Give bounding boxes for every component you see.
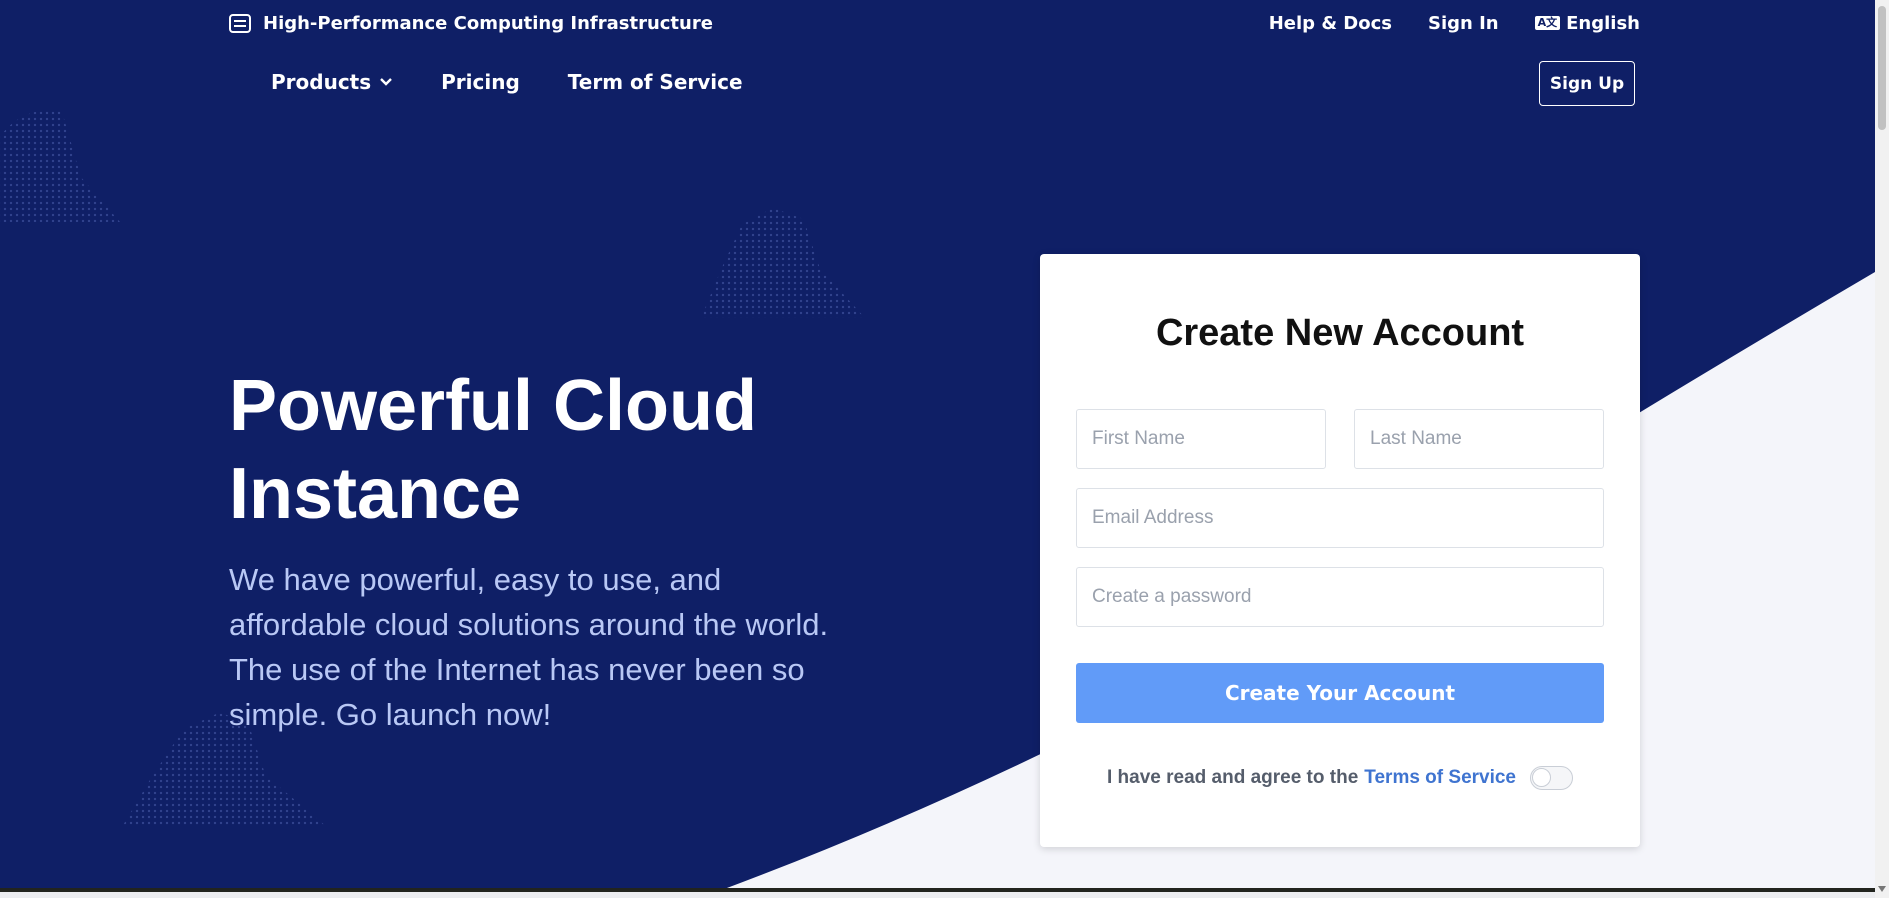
terms-of-service-link[interactable]: Terms of Service bbox=[1364, 767, 1516, 789]
page: High-Performance Computing Infrastructur… bbox=[0, 0, 1875, 898]
password-field[interactable] bbox=[1076, 567, 1604, 627]
language-label: English bbox=[1566, 12, 1640, 34]
nav-pricing[interactable]: Pricing bbox=[441, 70, 520, 94]
translate-icon: A文 bbox=[1534, 16, 1561, 30]
nav-products-label: Products bbox=[271, 70, 372, 94]
help-docs-link[interactable]: Help & Docs bbox=[1269, 13, 1392, 34]
first-name-field[interactable] bbox=[1076, 409, 1326, 469]
hero-title: Powerful Cloud Instance bbox=[229, 366, 757, 534]
brand-title: High-Performance Computing Infrastructur… bbox=[263, 12, 713, 34]
agree-toggle[interactable] bbox=[1530, 766, 1574, 790]
server-icon bbox=[229, 13, 251, 33]
hero-subtitle: We have powerful, easy to use, and affor… bbox=[229, 562, 829, 732]
page-scrollbar[interactable] bbox=[1875, 0, 1889, 898]
chevron-down-icon bbox=[379, 75, 393, 91]
language-selector[interactable]: A文 English bbox=[1534, 12, 1640, 34]
scroll-down-arrow-icon[interactable] bbox=[1878, 886, 1886, 892]
top-links: Help & Docs Sign In A文 English bbox=[1269, 13, 1640, 34]
last-name-field[interactable] bbox=[1354, 409, 1604, 469]
nav-terms[interactable]: Term of Service bbox=[568, 70, 743, 94]
create-account-button[interactable]: Create Your Account bbox=[1076, 663, 1604, 723]
signup-title: Create New Account bbox=[1155, 312, 1525, 354]
nav-products[interactable]: Products bbox=[271, 70, 393, 94]
brand[interactable]: High-Performance Computing Infrastructur… bbox=[229, 13, 713, 34]
toggle-knob bbox=[1532, 768, 1552, 787]
email-field[interactable] bbox=[1076, 488, 1604, 548]
sign-in-link[interactable]: Sign In bbox=[1428, 13, 1499, 34]
terms-agreement: I have read and agree to the Terms of Se… bbox=[1040, 766, 1640, 790]
sign-up-button[interactable]: Sign Up bbox=[1539, 61, 1635, 106]
agree-text: I have read and agree to the bbox=[1106, 767, 1359, 788]
scrollbar-thumb[interactable] bbox=[1878, 6, 1886, 130]
main-nav: Products Pricing Term of Service bbox=[271, 70, 743, 94]
top-bar: High-Performance Computing Infrastructur… bbox=[229, 10, 1640, 36]
signup-card: Create New Account Create Your Account I… bbox=[1040, 254, 1640, 847]
bottom-edge bbox=[0, 888, 1875, 898]
